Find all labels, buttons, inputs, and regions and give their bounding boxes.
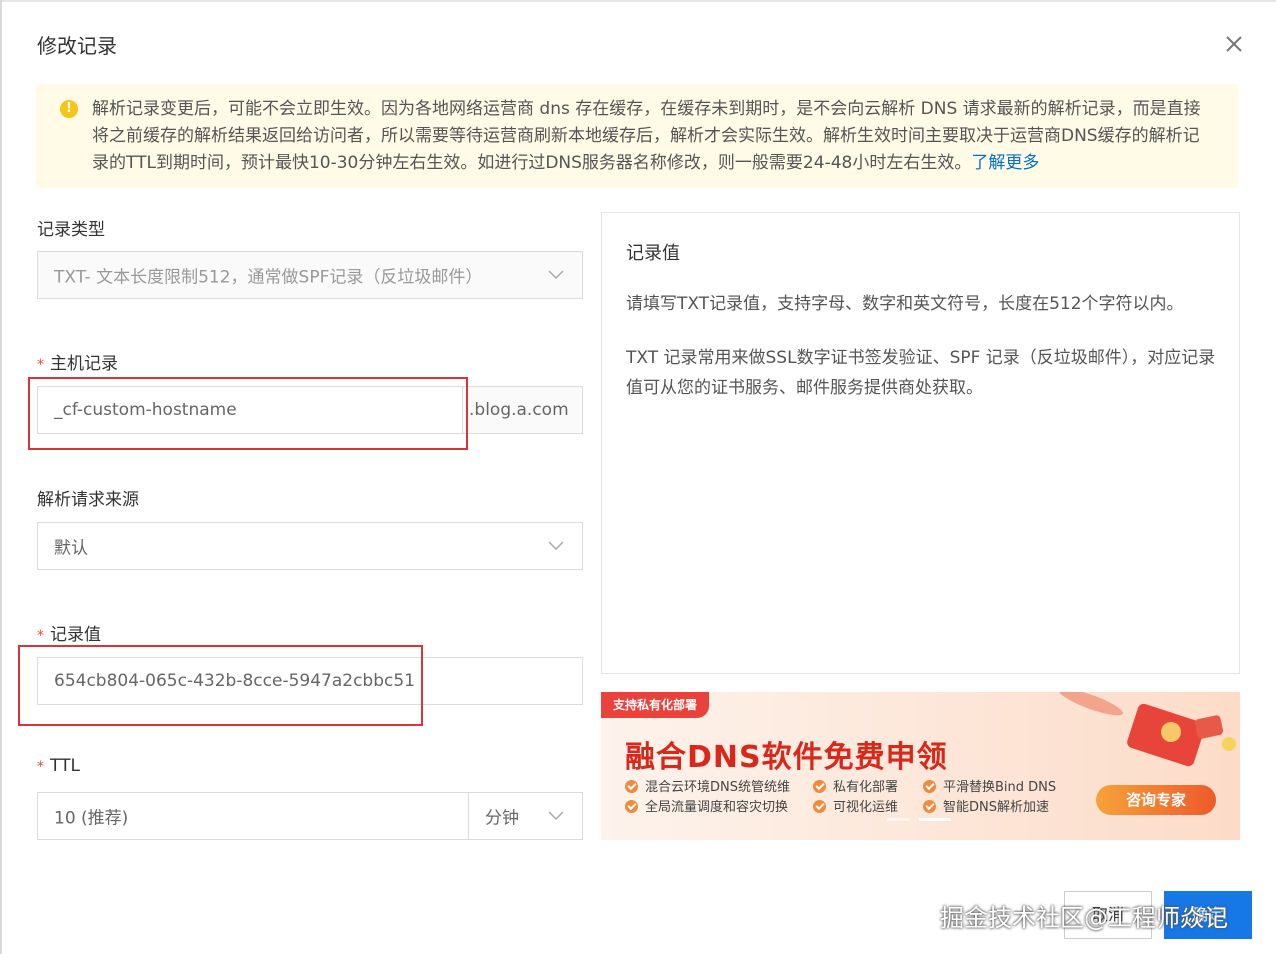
source-value: 默认	[54, 538, 88, 559]
banner-feature: 平滑替换Bind DNS	[923, 776, 1056, 795]
record-type-label: 记录类型	[37, 220, 105, 240]
chevron-down-icon	[548, 270, 564, 280]
dialog-title: 修改记录	[37, 34, 117, 58]
record-value-text: 654cb804-065c-432b-8cce-5947a2cbbc51	[54, 671, 415, 691]
chevron-down-icon	[548, 811, 564, 821]
banner-tag: 支持私有化部署	[601, 692, 710, 718]
promo-banner[interactable]: 支持私有化部署 融合DNS软件免费申领 混合云环境DNS统管统维 私有化部署 平…	[601, 692, 1240, 840]
source-label: 解析请求来源	[37, 490, 139, 510]
close-icon[interactable]	[1220, 30, 1248, 58]
ttl-unit-value: 分钟	[485, 808, 519, 829]
notice-text: 解析记录变更后，可能不会立即生效。因为各地网络运营商 dns 存在缓存，在缓存未…	[92, 96, 1212, 177]
check-icon	[625, 800, 638, 813]
host-record-value: _cf-custom-hostname	[54, 400, 237, 420]
learn-more-link[interactable]: 了解更多	[971, 153, 1039, 173]
banner-feature-text: 私有化部署	[833, 780, 899, 795]
banner-headline: 融合DNS软件免费申领	[625, 740, 948, 775]
banner-feature: 智能DNS解析加速	[923, 796, 1049, 815]
record-value-label: * 记录值	[37, 620, 101, 645]
required-mark: *	[37, 628, 44, 644]
ttl-label-text: TTL	[50, 756, 80, 776]
check-icon	[923, 800, 936, 813]
host-record-label-text: 主机记录	[50, 354, 118, 374]
ttl-input[interactable]: 10 (推荐)	[37, 792, 469, 840]
notice-banner: ! 解析记录变更后，可能不会立即生效。因为各地网络运营商 dns 存在缓存，在缓…	[36, 84, 1238, 188]
banner-feature-text: 平滑替换Bind DNS	[943, 780, 1057, 795]
consult-expert-button[interactable]: 咨询专家	[1096, 785, 1216, 815]
record-value-input[interactable]: 654cb804-065c-432b-8cce-5947a2cbbc51	[37, 657, 583, 705]
record-type-select[interactable]: TXT- 文本长度限制512，通常做SPF记录（反垃圾邮件）	[37, 251, 583, 299]
banner-feature: 全局流量调度和容灾切换	[625, 796, 788, 815]
host-suffix-text: .blog.a.com	[469, 400, 569, 420]
ttl-label: * TTL	[37, 756, 80, 776]
help-paragraph-1: 请填写TXT记录值，支持字母、数字和英文符号，长度在512个字符以内。	[626, 294, 1184, 314]
host-record-label: * 主机记录	[37, 349, 118, 374]
confirm-button[interactable]: 确定	[1164, 891, 1252, 939]
cancel-button[interactable]: 取消	[1064, 891, 1152, 939]
check-icon	[813, 780, 826, 793]
check-icon	[625, 780, 638, 793]
ttl-unit-select[interactable]: 分钟	[468, 792, 583, 840]
banner-feature-text: 可视化运维	[833, 800, 899, 815]
record-value-label-text: 记录值	[50, 625, 101, 645]
banner-feature-text: 混合云环境DNS统管统维	[645, 780, 790, 795]
host-record-input[interactable]: _cf-custom-hostname	[37, 386, 463, 434]
carousel-dot[interactable]	[887, 818, 909, 821]
record-type-value: TXT- 文本长度限制512，通常做SPF记录（反垃圾邮件）	[54, 267, 483, 288]
dialog-left-border	[0, 0, 2, 954]
banner-feature-text: 智能DNS解析加速	[943, 800, 1049, 815]
check-icon	[923, 780, 936, 793]
help-title: 记录值	[626, 243, 680, 264]
required-mark: *	[37, 357, 44, 373]
required-mark: *	[37, 759, 44, 775]
dialog-top-border	[0, 0, 1276, 2]
source-select[interactable]: 默认	[37, 522, 583, 570]
red-envelope-decoration	[1058, 692, 1236, 767]
chevron-down-icon	[548, 541, 564, 551]
help-panel: 记录值 请填写TXT记录值，支持字母、数字和英文符号，长度在512个字符以内。 …	[601, 212, 1240, 674]
host-suffix: .blog.a.com	[463, 386, 583, 434]
ttl-value: 10 (推荐)	[54, 808, 129, 829]
banner-feature-text: 全局流量调度和容灾切换	[645, 800, 789, 815]
banner-feature: 混合云环境DNS统管统维	[625, 776, 790, 795]
check-icon	[813, 800, 826, 813]
banner-feature: 私有化部署	[813, 776, 898, 795]
banner-feature: 可视化运维	[813, 796, 898, 815]
help-paragraph-2: TXT 记录常用来做SSL数字证书签发验证、SPF 记录（反垃圾邮件），对应记录…	[626, 348, 1216, 398]
carousel-dot-active[interactable]	[919, 818, 951, 821]
warning-icon: !	[60, 100, 78, 118]
